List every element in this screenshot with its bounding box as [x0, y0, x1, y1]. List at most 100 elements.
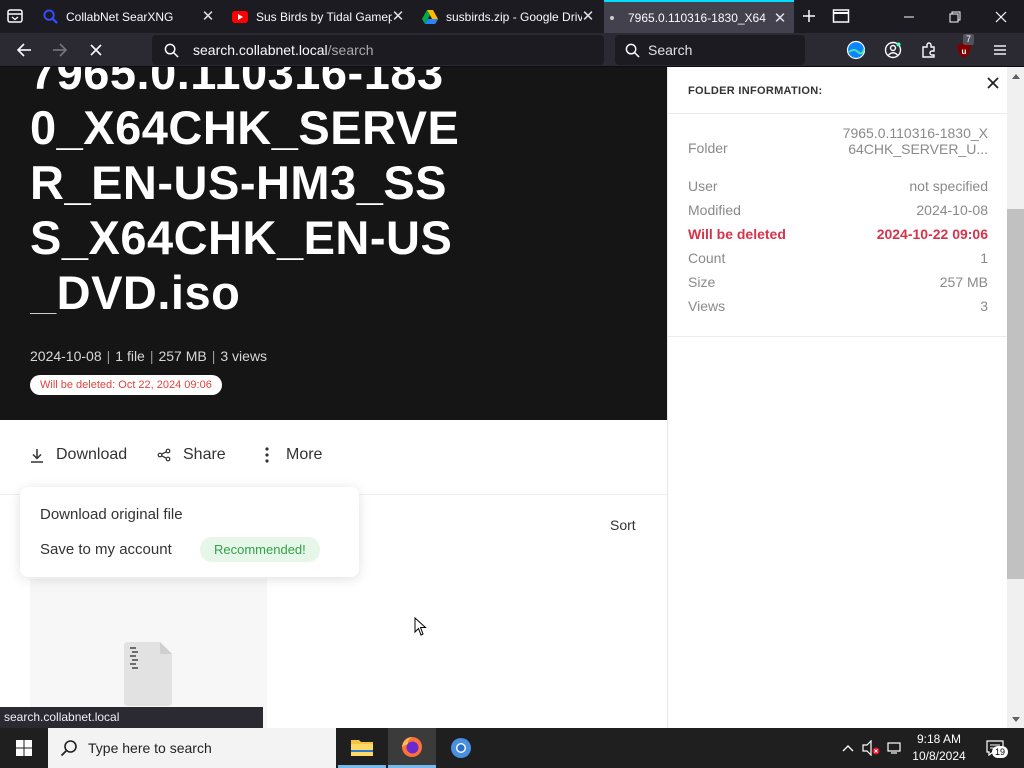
mouse-cursor-icon: [414, 616, 428, 637]
chromium-taskbar-button[interactable]: [437, 728, 485, 768]
scroll-up-icon[interactable]: [1007, 69, 1024, 83]
vpn-extension-button[interactable]: [845, 39, 867, 61]
info-key: Will be deleted: [688, 226, 786, 242]
download-original-menu-item[interactable]: Download original file: [40, 506, 183, 523]
divider: [668, 113, 1008, 114]
info-value: 2024-10-22 09:06: [876, 226, 988, 242]
tab-bar: CollabNet SearXNG ✕ Sus Birds by Tidal G…: [0, 0, 1024, 33]
tab-searxng[interactable]: CollabNet SearXNG ✕: [32, 0, 222, 33]
show-hidden-icons-button[interactable]: [838, 738, 858, 758]
stop-loading-button[interactable]: [85, 39, 107, 61]
close-window-button[interactable]: [978, 0, 1024, 33]
action-bar: Download Share More: [0, 420, 667, 495]
ublock-extension-button[interactable]: u 7: [953, 34, 975, 61]
back-button[interactable]: [13, 39, 35, 61]
notification-badge: 7: [963, 34, 975, 45]
file-views: 3 views: [220, 348, 268, 364]
globe-icon: [846, 40, 866, 60]
notification-center-button[interactable]: 19: [982, 738, 1009, 758]
minimize-button[interactable]: [886, 0, 932, 33]
taskbar-search-box[interactable]: Type here to search: [48, 728, 336, 768]
info-row-views: Views 3: [688, 298, 988, 318]
navigation-bar: search.collabnet.local/search Search u 7: [0, 33, 1024, 67]
forward-button[interactable]: [49, 39, 71, 61]
volume-button[interactable]: [861, 738, 881, 758]
zip-file-icon: [122, 642, 174, 706]
divider: [668, 336, 1008, 337]
tab-close-icon[interactable]: ✕: [772, 11, 788, 26]
youtube-favicon-icon: [232, 9, 248, 25]
info-row-will-be-deleted: Will be deleted 2024-10-22 09:06: [688, 226, 988, 246]
recommended-badge: Recommended!: [200, 537, 320, 562]
network-icon: [887, 742, 901, 754]
window-icon: [832, 9, 850, 23]
folder-icon: [351, 739, 373, 756]
file-size: 257 MB: [158, 348, 207, 364]
file-count: 1 file: [115, 348, 145, 364]
file-explorer-taskbar-button[interactable]: [338, 728, 386, 768]
address-bar[interactable]: search.collabnet.local/search: [152, 35, 604, 65]
page-content: 7965.0.110316-1830_X64CHK_SERVER_EN-US-H…: [0, 67, 1024, 728]
file-date: 2024-10-08: [30, 348, 102, 364]
notification-count-badge: 19: [992, 746, 1009, 758]
search-bar[interactable]: Search: [615, 35, 805, 65]
google-drive-favicon-icon: [422, 9, 438, 25]
restore-button[interactable]: [932, 0, 978, 33]
close-panel-button[interactable]: [983, 73, 1003, 93]
search-icon: [60, 739, 78, 757]
start-button[interactable]: [0, 728, 48, 768]
info-row-count: Count 1: [688, 250, 988, 270]
tab-list-icon: [7, 9, 23, 23]
download-button[interactable]: Download: [28, 446, 127, 464]
share-button[interactable]: Share: [155, 446, 226, 464]
tab-close-icon[interactable]: ✕: [200, 9, 216, 24]
clock-date: 10/8/2024: [912, 749, 966, 763]
folder-name-value: 7965.0.110316-1830_X64CHK_SERVER_U...: [842, 125, 988, 157]
tab-title: 7965.0.110316-1830_X64C: [628, 10, 766, 25]
tab-youtube[interactable]: Sus Birds by Tidal Gamep ✕: [222, 0, 412, 33]
tab-google-drive[interactable]: susbirds.zip - Google Driv ✕: [412, 0, 602, 33]
more-button[interactable]: More: [258, 446, 322, 464]
info-row-size: Size 257 MB: [688, 274, 988, 294]
close-icon: [995, 11, 1007, 22]
info-row-user: User not specified: [688, 178, 988, 198]
account-button[interactable]: [882, 39, 904, 61]
url-path: /search: [327, 42, 374, 58]
tab-close-icon[interactable]: ✕: [390, 9, 406, 24]
firefox-icon: [402, 736, 422, 757]
info-key: Modified: [688, 202, 741, 218]
save-to-account-menu-item[interactable]: Save to my account: [40, 541, 172, 558]
hamburger-menu-icon: [994, 45, 1006, 55]
tab-iso-file[interactable]: 7965.0.110316-1830_X64C ✕: [604, 0, 794, 33]
tab-list-button[interactable]: [6, 8, 26, 26]
download-icon: [28, 446, 46, 464]
info-value: 2024-10-08: [916, 202, 988, 218]
search-favicon-icon: [42, 9, 58, 25]
info-key: Folder: [688, 140, 728, 156]
tab-close-icon[interactable]: ✕: [580, 9, 596, 24]
chevron-up-icon: [842, 745, 854, 752]
picture-in-picture-button[interactable]: [832, 8, 852, 26]
url-host: search.collabnet.local: [193, 42, 328, 58]
firefox-taskbar-button[interactable]: [388, 728, 436, 768]
windows-logo-icon: [16, 740, 32, 756]
scrollbar-thumb[interactable]: [1007, 209, 1024, 579]
svg-text:u: u: [962, 47, 967, 56]
arrow-right-icon: [53, 43, 68, 57]
scroll-down-icon[interactable]: [1007, 712, 1024, 726]
tab-title: Sus Birds by Tidal Gamep: [256, 9, 392, 24]
taskbar-clock[interactable]: 9:18 AM 10/8/2024: [906, 731, 972, 765]
tab-title: CollabNet SearXNG: [66, 9, 174, 24]
network-button[interactable]: [885, 738, 905, 758]
stop-icon: [90, 44, 102, 56]
sort-button[interactable]: Sort: [610, 517, 636, 533]
account-icon: [884, 41, 902, 59]
extensions-button[interactable]: [918, 39, 940, 61]
new-tab-button[interactable]: [800, 7, 820, 27]
tab-title: susbirds.zip - Google Driv: [446, 9, 582, 24]
info-value: 3: [980, 298, 988, 314]
file-title: 7965.0.110316-1830_X64CHK_SERVER_EN-US-H…: [30, 67, 460, 314]
info-key: User: [688, 178, 718, 194]
hero-banner: 7965.0.110316-1830_X64CHK_SERVER_EN-US-H…: [0, 67, 667, 420]
menu-button[interactable]: [989, 39, 1011, 61]
